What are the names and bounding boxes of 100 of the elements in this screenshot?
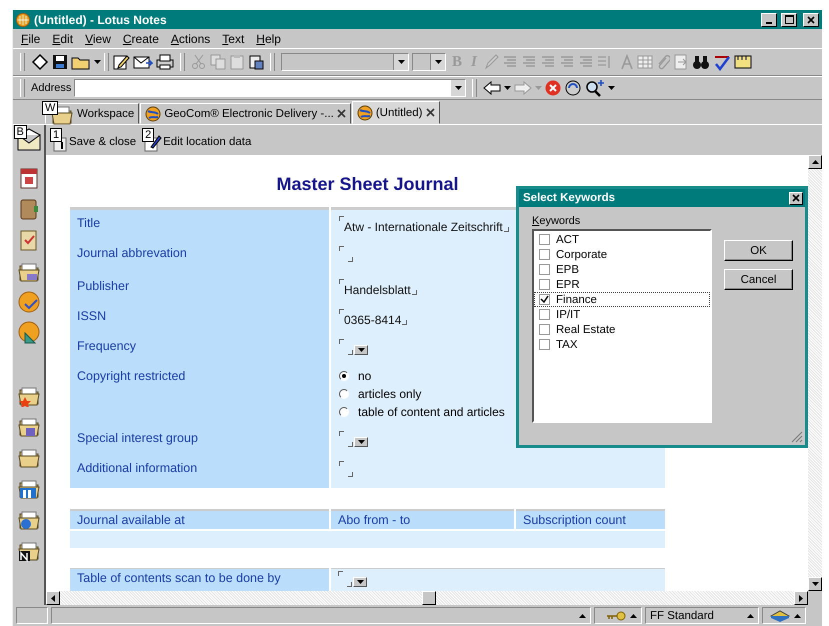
stop-icon[interactable] [545,80,562,96]
text-field[interactable]: Atw - Internationale Zeitschrift [339,216,509,234]
caret-icon[interactable] [434,60,442,64]
menu-item[interactable]: View [79,32,117,46]
right-arrow-icon[interactable] [799,594,803,602]
maximize-icon[interactable] [784,15,794,24]
close-icon[interactable] [336,109,346,118]
text-field[interactable] [339,339,353,357]
checkbox[interactable] [539,249,550,260]
text-field[interactable] [339,431,353,449]
close-button[interactable] [789,192,803,204]
keyword-item[interactable]: IP/IT [534,307,710,322]
menu-item[interactable]: File [15,32,46,46]
menu-item[interactable]: Create [116,32,165,46]
dropdown-button[interactable] [353,577,367,587]
checkbox[interactable] [539,324,550,335]
globe-icon[interactable] [145,106,162,122]
close-icon[interactable] [792,194,800,202]
ruler-icon[interactable] [734,54,752,70]
keywords-list[interactable]: ACT Corporate EPB EPR Finance IP/IT Real Estate TAX [532,229,712,423]
scroll-right-button[interactable] [794,591,808,605]
menu-item[interactable]: Text [216,32,250,46]
caret-icon[interactable] [504,86,512,90]
scroll-left-button[interactable] [46,591,60,605]
resize-grip-icon[interactable] [791,431,803,443]
spellcheck-icon[interactable] [712,53,731,71]
security-status[interactable] [594,607,642,624]
text-field[interactable]: Handelsblatt [339,279,417,297]
paperclip-icon[interactable] [656,54,670,70]
refresh-icon[interactable] [564,79,582,97]
caret-icon[interactable] [358,440,364,444]
keyword-item[interactable]: Corporate [534,247,710,262]
scroll-down-button[interactable] [808,577,822,591]
close-icon[interactable] [807,16,815,24]
keyword-item[interactable]: EPB [534,262,710,277]
caret-icon[interactable] [454,86,462,90]
text-field[interactable]: 0365-8414 [339,309,408,327]
radio-button[interactable] [339,371,349,381]
checkbox[interactable] [539,234,550,245]
dropdown-button[interactable] [354,345,368,355]
paste-special-icon[interactable] [248,54,264,70]
caret-icon[interactable] [358,348,364,352]
vertical-scrollbar[interactable] [808,155,822,591]
checkbox[interactable] [539,279,550,290]
back-arrow-icon[interactable] [483,81,502,95]
close-button[interactable] [803,12,819,26]
replication-status[interactable] [762,607,806,624]
keyword-item[interactable]: Real Estate [534,322,710,337]
horizontal-scrollbar[interactable] [46,591,808,605]
globe-icon[interactable] [356,104,373,120]
up-arrow-icon[interactable] [812,160,818,164]
text-field[interactable] [338,571,352,589]
maximize-button[interactable] [781,12,797,26]
radio-button[interactable] [339,407,349,417]
dialog-button[interactable]: Cancel [724,269,793,290]
text-field[interactable] [339,461,353,479]
server-icon[interactable] [770,610,790,622]
printer-icon[interactable] [156,54,174,70]
tab[interactable]: W Workspace [45,103,140,124]
scroll-up-button[interactable] [808,155,822,169]
scrollbar-thumb[interactable] [422,591,436,605]
caret-icon[interactable] [608,86,616,90]
address-field[interactable] [74,79,466,97]
location-selector[interactable]: FF Standard [645,607,759,624]
tab[interactable]: (Untitled) [352,101,440,124]
font-size-dropdown[interactable] [412,53,446,71]
checkbox[interactable] [539,339,550,350]
search-icon[interactable] [585,79,606,97]
up-arrow-icon[interactable] [579,614,586,618]
up-arrow-icon[interactable] [747,614,754,618]
caret-icon[interactable] [398,60,404,64]
keyword-item[interactable]: EPR [534,277,710,292]
checkbox[interactable] [539,309,550,320]
mail-icon[interactable] [133,54,153,70]
keyword-item[interactable]: TAX [534,337,710,352]
checkbox[interactable] [539,264,550,275]
radio-button[interactable] [339,389,349,399]
diamond-icon[interactable] [31,53,49,71]
tab[interactable]: GeoCom® Electronic Delivery -... [140,103,351,124]
action-button[interactable]: 1 Save & close [50,128,136,152]
save-icon[interactable] [52,54,68,70]
caret-icon[interactable] [94,60,101,64]
caret-icon[interactable] [356,580,364,584]
left-arrow-icon[interactable] [51,594,55,602]
minimize-button[interactable] [761,12,777,26]
globe-check-icon[interactable] [16,290,40,314]
pencil-document-icon[interactable] [112,53,130,71]
up-arrow-icon[interactable] [794,614,801,618]
menu-item[interactable]: Actions [164,32,216,46]
checkbox[interactable] [539,294,550,305]
text-field[interactable] [339,246,353,264]
keyword-item[interactable]: ACT [534,232,710,247]
dialog-button[interactable]: OK [724,240,793,261]
keyword-item[interactable]: Finance [534,292,710,307]
up-arrow-icon[interactable] [630,614,637,618]
caret-icon[interactable] [812,582,818,586]
close-icon[interactable] [426,108,434,117]
menu-item[interactable]: Help [250,32,287,46]
binoculars-icon[interactable] [692,54,710,70]
menu-item[interactable]: Edit [46,32,80,46]
